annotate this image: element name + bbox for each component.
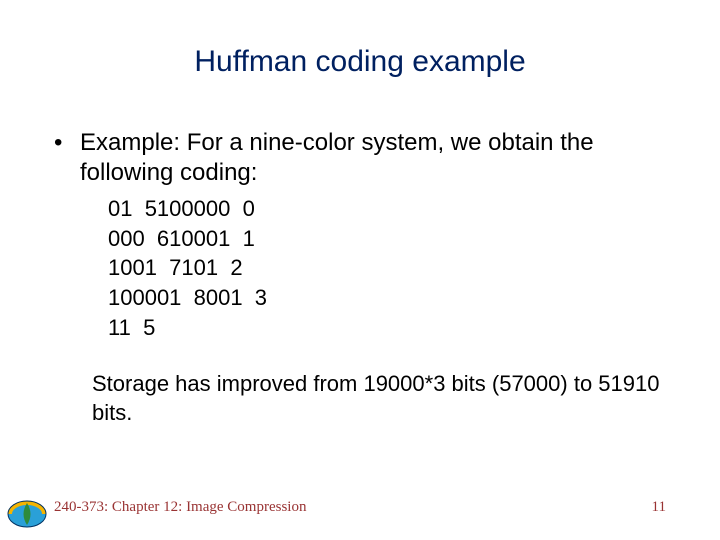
- code-line: 000 610001 1: [108, 224, 680, 254]
- slide-title: Huffman coding example: [0, 45, 720, 79]
- storage-summary: Storage has improved from 19000*3 bits (…: [92, 370, 680, 427]
- coding-table: 01 5100000 0 000 610001 1 1001 7101 2 10…: [108, 194, 680, 342]
- code-line: 11 5: [108, 313, 680, 343]
- code-line: 01 5100000 0: [108, 194, 680, 224]
- code-line: 1001 7101 2: [108, 253, 680, 283]
- slide-body: • Example: For a nine-color system, we o…: [54, 128, 680, 428]
- bullet-dot-icon: •: [54, 128, 80, 158]
- logo-icon: [6, 498, 48, 530]
- slide: Huffman coding example • Example: For a …: [0, 0, 720, 540]
- bullet-text: Example: For a nine-color system, we obt…: [80, 128, 680, 188]
- code-line: 100001 8001 3: [108, 283, 680, 313]
- bullet-item: • Example: For a nine-color system, we o…: [54, 128, 680, 188]
- footer-chapter: 240-373: Chapter 12: Image Compression: [54, 499, 306, 516]
- footer-page-number: 11: [652, 499, 666, 516]
